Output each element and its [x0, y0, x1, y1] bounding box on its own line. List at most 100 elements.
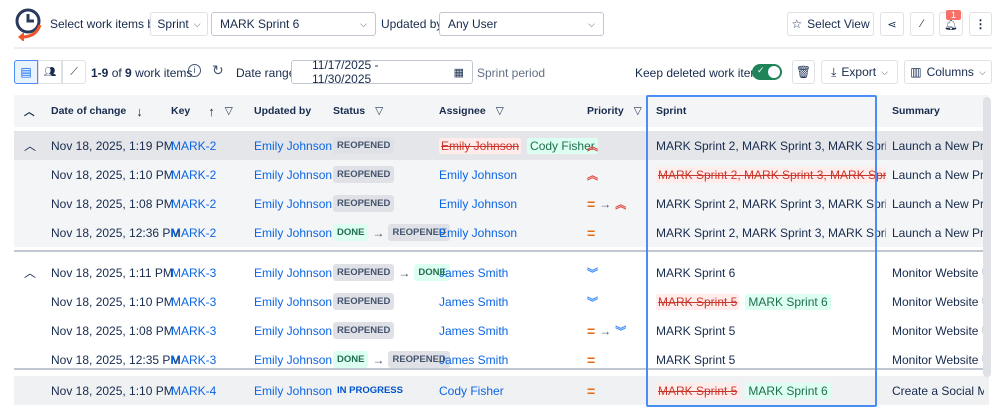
magic-wand-icon: ⁄	[921, 18, 923, 30]
reset-icon[interactable]: ↻	[212, 62, 224, 79]
summary-text: Create a Social Med	[892, 383, 984, 398]
key-link[interactable]: MARK-3	[171, 324, 216, 338]
assignee-link[interactable]: James Smith	[439, 324, 508, 338]
assignee-cell: Emily Johnson	[439, 189, 517, 218]
filter-icon[interactable]: ▽	[225, 105, 233, 117]
sprint-period-label: Sprint period	[477, 66, 546, 80]
info-icon[interactable]: i	[188, 64, 201, 77]
user-link[interactable]: Emily Johnson	[254, 197, 332, 211]
filter-icon[interactable]: ▽	[496, 105, 504, 117]
select-by-dropdown[interactable]: Sprint ⌵	[150, 12, 208, 36]
table-row[interactable]: Nov 18, 2025, 1:08 PM MARK-2 Emily Johnson…	[14, 189, 989, 218]
columns-label: Columns	[926, 65, 974, 79]
table-row[interactable]: Nov 18, 2025, 1:10 PM MARK-3 Emily Johnson…	[14, 287, 989, 316]
table-row[interactable]: Nov 18, 2025, 1:08 PM MARK-3 Emily Johnson…	[14, 316, 989, 345]
status-badge: REOPENED	[333, 195, 395, 212]
arrow-right-icon: →	[372, 352, 385, 367]
sprint-cell: MARK Sprint 2, MARK Sprint 3, MARK Sprin…	[656, 189, 886, 218]
date-range-input[interactable]: 11/17/2025 - 11/30/2025 ▦	[291, 58, 473, 86]
assignee-link[interactable]: Emily Johnson	[439, 168, 517, 182]
sprint-dropdown[interactable]: MARK Sprint 6 ⌵	[211, 12, 376, 36]
header-key[interactable]: Key ↑ ▽	[171, 95, 233, 127]
status-cell: REOPENED	[333, 316, 395, 345]
count-range: 1-9	[91, 66, 109, 80]
sprint-cell: MARK Sprint 5 MARK Sprint 6	[656, 287, 886, 316]
header-sprint[interactable]: Sprint	[656, 95, 686, 127]
deleted-items-button[interactable]: 🗑︎	[792, 60, 815, 84]
key-link[interactable]: MARK-2	[171, 139, 216, 153]
user-link[interactable]: Emily Johnson	[254, 226, 332, 240]
magic-wand-button[interactable]: ⁄	[910, 12, 934, 36]
key-link[interactable]: MARK-3	[171, 266, 216, 280]
user-link[interactable]: Emily Johnson	[254, 295, 332, 309]
collapse-all-icon[interactable]: ︿	[24, 95, 35, 127]
chevron-up-icon[interactable]: ︿	[24, 264, 36, 281]
view-table-button[interactable]: ▤	[14, 60, 38, 84]
status-cell: IN PROGRESS	[333, 376, 407, 405]
user-link[interactable]: Emily Johnson	[254, 266, 332, 280]
share-button[interactable]: ⋖	[880, 12, 904, 36]
priority-cell: ︾	[587, 258, 598, 287]
user-link[interactable]: Emily Johnson	[254, 324, 332, 338]
table-row[interactable]: Nov 18, 2025, 1:10 PM MARK-4 Emily Johnson…	[14, 376, 989, 405]
view-chart-button[interactable]: ⟋	[62, 60, 86, 84]
assignee-link[interactable]: Emily Johnson	[439, 197, 517, 211]
chevron-up-icon[interactable]: ︿	[24, 137, 36, 154]
header-summary[interactable]: Summary	[892, 95, 940, 127]
key-cell: MARK-3	[171, 287, 216, 316]
user-link[interactable]: Emily Johnson	[254, 168, 332, 182]
filter-icon[interactable]: ▽	[375, 105, 383, 117]
assignee-cell: James Smith	[439, 287, 508, 316]
key-link[interactable]: MARK-4	[171, 384, 216, 398]
updated-by-cell: Emily Johnson	[254, 316, 332, 345]
priority-cell: =	[587, 218, 595, 247]
key-link[interactable]: MARK-2	[171, 226, 216, 240]
view-users-button[interactable]: 👥︎	[38, 60, 62, 84]
assignee-link[interactable]: James Smith	[439, 295, 508, 309]
key-link[interactable]: MARK-2	[171, 168, 216, 182]
key-link[interactable]: MARK-3	[171, 353, 216, 367]
more-options-button[interactable]: ⋮	[969, 12, 992, 36]
assignee-link[interactable]: Cody Fisher	[439, 384, 504, 398]
sort-up-icon[interactable]: ↑	[208, 104, 215, 119]
summary-cell: Launch a New Prod	[892, 218, 984, 247]
trash-icon: 🗑︎	[795, 65, 812, 79]
status-badge: DONE	[333, 224, 369, 241]
sort-down-icon[interactable]: ↓	[136, 104, 143, 119]
header-updated-by[interactable]: Updated by	[254, 95, 311, 127]
key-link[interactable]: MARK-3	[171, 295, 216, 309]
sprint-value: MARK Sprint 6	[220, 17, 300, 31]
key-cell: MARK-4	[171, 376, 216, 405]
sprint-old: MARK Sprint 5	[656, 293, 740, 310]
table-row[interactable]: ︿ Nov 18, 2025, 1:19 PM MARK-2 Emily Johnso…	[14, 131, 989, 160]
assignee-link[interactable]: Emily Johnson	[439, 226, 517, 240]
select-view-button[interactable]: ☆ Select View	[787, 12, 874, 36]
header-status[interactable]: Status ▽	[333, 95, 383, 127]
key-link[interactable]: MARK-2	[171, 197, 216, 211]
table-row[interactable]: Nov 18, 2025, 1:10 PM MARK-2 Emily Johnson…	[14, 160, 989, 189]
date-text: Nov 18, 2025, 12:36 PM	[51, 225, 181, 240]
calendar-icon: ▦	[453, 66, 464, 79]
user-link[interactable]: Emily Johnson	[254, 353, 332, 367]
download-icon: ⤓	[831, 64, 837, 79]
header-priority[interactable]: Priority ▽	[587, 95, 642, 127]
assignee-link[interactable]: James Smith	[439, 266, 508, 280]
chevron-down-icon: ⌵	[588, 18, 595, 29]
table-row[interactable]: ︿ Nov 18, 2025, 1:11 PM MARK-3 Emily Johnso…	[14, 258, 989, 287]
summary-text: Launch a New Prod	[892, 225, 984, 240]
assignee-link[interactable]: James Smith	[439, 353, 508, 367]
export-button[interactable]: ⤓ Export ⌵	[821, 60, 898, 84]
scrollbar[interactable]	[983, 97, 991, 377]
table-row[interactable]: Nov 18, 2025, 12:36 PM MARK-2 Emily Johnso…	[14, 218, 989, 247]
header-date[interactable]: Date of change ↓	[51, 95, 143, 127]
date-cell: Nov 18, 2025, 12:36 PM	[51, 218, 180, 247]
user-link[interactable]: Emily Johnson	[254, 384, 332, 398]
keep-deleted-toggle[interactable]: ✓	[752, 64, 782, 80]
header-assignee[interactable]: Assignee ▽	[439, 95, 504, 127]
filter-icon[interactable]: ▽	[634, 105, 642, 117]
columns-button[interactable]: ▥ Columns ⌵	[904, 60, 992, 84]
user-link[interactable]: Emily Johnson	[254, 139, 332, 153]
header-updated-by-label: Updated by	[254, 105, 312, 117]
select-by-value: Sprint	[157, 17, 189, 31]
updated-by-dropdown[interactable]: Any User ⌵	[439, 12, 604, 36]
